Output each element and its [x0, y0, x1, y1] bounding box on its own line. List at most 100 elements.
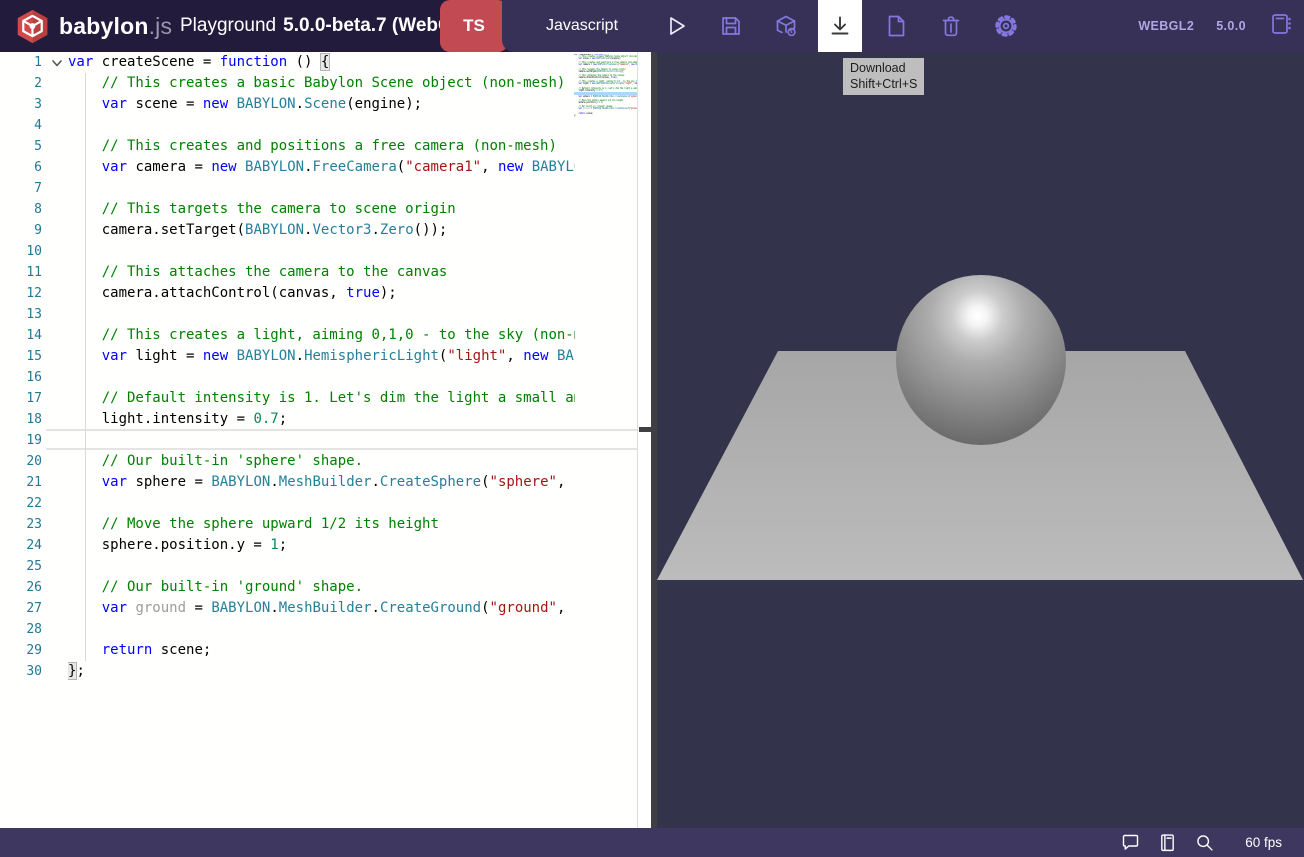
- gear-icon: [993, 13, 1019, 39]
- code-line[interactable]: var light = new BABYLON.HemisphericLight…: [68, 346, 575, 367]
- line-number[interactable]: 3: [0, 94, 42, 115]
- minimap-line[interactable]: var camera = new BABYLON.FreeCamera("cam…: [574, 64, 637, 66]
- minimap[interactable]: var createScene = function () { // This …: [574, 54, 637, 124]
- code-line[interactable]: [68, 178, 575, 199]
- code-line[interactable]: return scene;: [68, 640, 575, 661]
- fold-toggle[interactable]: [50, 56, 64, 70]
- line-number[interactable]: 24: [0, 535, 42, 556]
- code-line[interactable]: [68, 115, 575, 136]
- line-number[interactable]: 16: [0, 367, 42, 388]
- code-line[interactable]: [68, 430, 575, 451]
- code-line[interactable]: [68, 304, 575, 325]
- sphere-mesh: [896, 275, 1066, 445]
- line-number-gutter[interactable]: 1234567891011121314151617181920212223242…: [0, 52, 42, 682]
- render-canvas[interactable]: [651, 52, 1304, 828]
- line-number[interactable]: 6: [0, 157, 42, 178]
- examples-button[interactable]: [1268, 11, 1294, 42]
- line-number[interactable]: 23: [0, 514, 42, 535]
- code-line[interactable]: };: [68, 661, 575, 682]
- editor-canvas-splitter[interactable]: [637, 52, 651, 828]
- line-number[interactable]: 28: [0, 619, 42, 640]
- code-line[interactable]: sphere.position.y = 1;: [68, 535, 575, 556]
- code-line[interactable]: // This attaches the camera to the canva…: [68, 262, 575, 283]
- zoom-button[interactable]: [1194, 832, 1215, 853]
- line-number[interactable]: 10: [0, 241, 42, 262]
- code-line[interactable]: var camera = new BABYLON.FreeCamera("cam…: [68, 157, 575, 178]
- line-number[interactable]: 8: [0, 199, 42, 220]
- magnifier-icon: [1194, 832, 1215, 853]
- line-number[interactable]: 22: [0, 493, 42, 514]
- babylon-playground-app: babylon.js Playground 5.0.0-beta.7 (WebG…: [0, 0, 1304, 857]
- line-number[interactable]: 12: [0, 283, 42, 304]
- line-number[interactable]: 21: [0, 472, 42, 493]
- tooltip-shortcut: Shift+Ctrl+S: [850, 76, 917, 92]
- code-line[interactable]: var createScene = function () {: [68, 52, 575, 73]
- code-content[interactable]: var createScene = function () { // This …: [68, 52, 575, 682]
- line-number[interactable]: 25: [0, 556, 42, 577]
- docs-button[interactable]: [1157, 832, 1178, 853]
- code-line[interactable]: light.intensity = 0.7;: [68, 409, 575, 430]
- save-icon: [718, 13, 744, 39]
- code-line[interactable]: // Move the sphere upward 1/2 its height: [68, 514, 575, 535]
- typescript-toggle-button[interactable]: TS: [440, 0, 508, 52]
- version-badge: 5.0.0: [1216, 19, 1246, 33]
- book-icon: [1157, 832, 1178, 853]
- fps-counter: 60 fps: [1245, 835, 1282, 850]
- code-line[interactable]: camera.attachControl(canvas, true);: [68, 283, 575, 304]
- line-number[interactable]: 20: [0, 451, 42, 472]
- comments-button[interactable]: [1120, 832, 1141, 853]
- line-number[interactable]: 26: [0, 577, 42, 598]
- code-line[interactable]: [68, 619, 575, 640]
- code-line[interactable]: [68, 367, 575, 388]
- inspector-cube-icon: [773, 13, 799, 39]
- code-line[interactable]: [68, 493, 575, 514]
- code-line[interactable]: // Default intensity is 1. Let's dim the…: [68, 388, 575, 409]
- line-number[interactable]: 9: [0, 220, 42, 241]
- code-line[interactable]: var ground = BABYLON.MeshBuilder.CreateG…: [68, 598, 575, 619]
- code-line[interactable]: [68, 556, 575, 577]
- code-line[interactable]: // This creates a basic Babylon Scene ob…: [68, 73, 575, 94]
- download-button[interactable]: [818, 0, 862, 52]
- line-number[interactable]: 2: [0, 73, 42, 94]
- line-number[interactable]: 13: [0, 304, 42, 325]
- code-line[interactable]: var sphere = BABYLON.MeshBuilder.CreateS…: [68, 472, 575, 493]
- new-file-icon: [883, 13, 909, 39]
- minimap-line[interactable]: var sphere = BABYLON.MeshBuilder.CreateS…: [574, 96, 637, 98]
- code-editor[interactable]: 1234567891011121314151617181920212223242…: [0, 52, 637, 828]
- code-line[interactable]: // Our built-in 'ground' shape.: [68, 577, 575, 598]
- line-number[interactable]: 18: [0, 409, 42, 430]
- minimap-line[interactable]: var light = new BABYLON.HemisphericLight…: [574, 83, 637, 85]
- line-number[interactable]: 11: [0, 262, 42, 283]
- minimap-line[interactable]: };: [574, 115, 637, 117]
- code-line[interactable]: // This targets the camera to scene orig…: [68, 199, 575, 220]
- clear-button[interactable]: [929, 0, 973, 52]
- language-label: Javascript: [546, 0, 618, 52]
- line-number[interactable]: 30: [0, 661, 42, 682]
- code-line[interactable]: camera.setTarget(BABYLON.Vector3.Zero())…: [68, 220, 575, 241]
- line-number[interactable]: 29: [0, 640, 42, 661]
- settings-button[interactable]: [984, 0, 1028, 52]
- code-line[interactable]: // Our built-in 'sphere' shape.: [68, 451, 575, 472]
- line-number[interactable]: 19: [0, 430, 42, 451]
- code-line[interactable]: var scene = new BABYLON.Scene(engine);: [68, 94, 575, 115]
- line-number[interactable]: 7: [0, 178, 42, 199]
- line-number[interactable]: 5: [0, 136, 42, 157]
- new-button[interactable]: [874, 0, 918, 52]
- code-line[interactable]: // This creates and positions a free cam…: [68, 136, 575, 157]
- trash-icon: [938, 13, 964, 39]
- toolbar: Javascript: [502, 0, 1304, 52]
- webgl-badge: WEBGL2: [1138, 19, 1194, 33]
- code-line[interactable]: // This creates a light, aiming 0,1,0 - …: [68, 325, 575, 346]
- minimap-line[interactable]: var ground = BABYLON.MeshBuilder.CreateG…: [574, 108, 637, 110]
- line-number[interactable]: 4: [0, 115, 42, 136]
- brand[interactable]: babylon.js: [14, 0, 172, 52]
- line-number[interactable]: 1: [0, 52, 42, 73]
- line-number[interactable]: 17: [0, 388, 42, 409]
- line-number[interactable]: 14: [0, 325, 42, 346]
- inspector-button[interactable]: [764, 0, 808, 52]
- run-button[interactable]: [654, 0, 698, 52]
- line-number[interactable]: 27: [0, 598, 42, 619]
- line-number[interactable]: 15: [0, 346, 42, 367]
- code-line[interactable]: [68, 241, 575, 262]
- save-button[interactable]: [709, 0, 753, 52]
